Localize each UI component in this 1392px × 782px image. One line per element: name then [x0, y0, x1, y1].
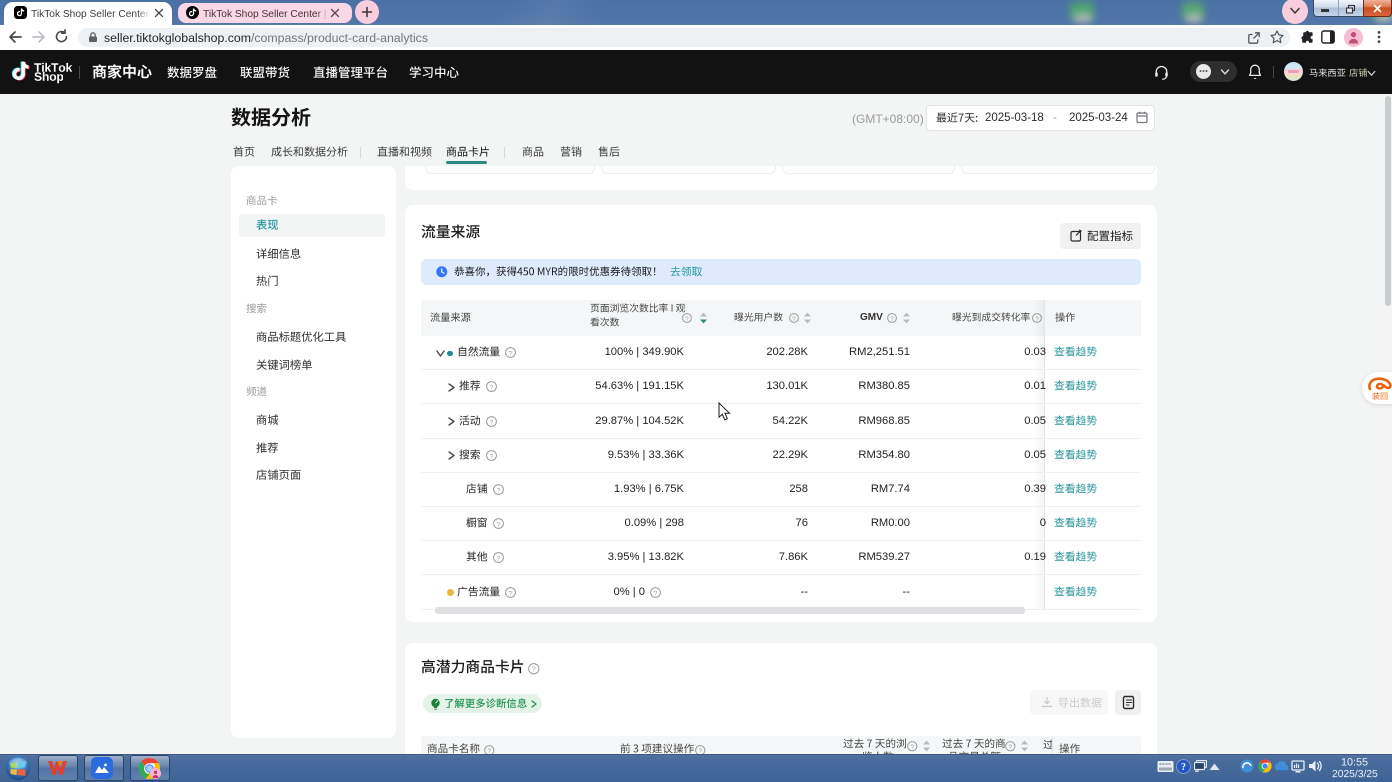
svg-text:?: ? [489, 419, 493, 426]
svg-text:?: ? [532, 666, 536, 674]
svg-text:?: ? [496, 487, 500, 494]
svg-text:?: ? [1181, 762, 1186, 773]
svg-text:?: ? [910, 744, 914, 751]
svg-text:?: ? [496, 556, 500, 563]
svg-text:?: ? [792, 315, 796, 322]
svg-text:?: ? [1008, 744, 1012, 751]
svg-text:?: ? [890, 315, 894, 322]
svg-text:?: ? [489, 453, 493, 460]
svg-text:?: ? [509, 590, 513, 597]
svg-text:?: ? [685, 315, 689, 322]
svg-text:?: ? [496, 521, 500, 528]
svg-text:?: ? [509, 350, 513, 357]
svg-text:?: ? [489, 385, 493, 392]
svg-text:?: ? [654, 590, 658, 597]
